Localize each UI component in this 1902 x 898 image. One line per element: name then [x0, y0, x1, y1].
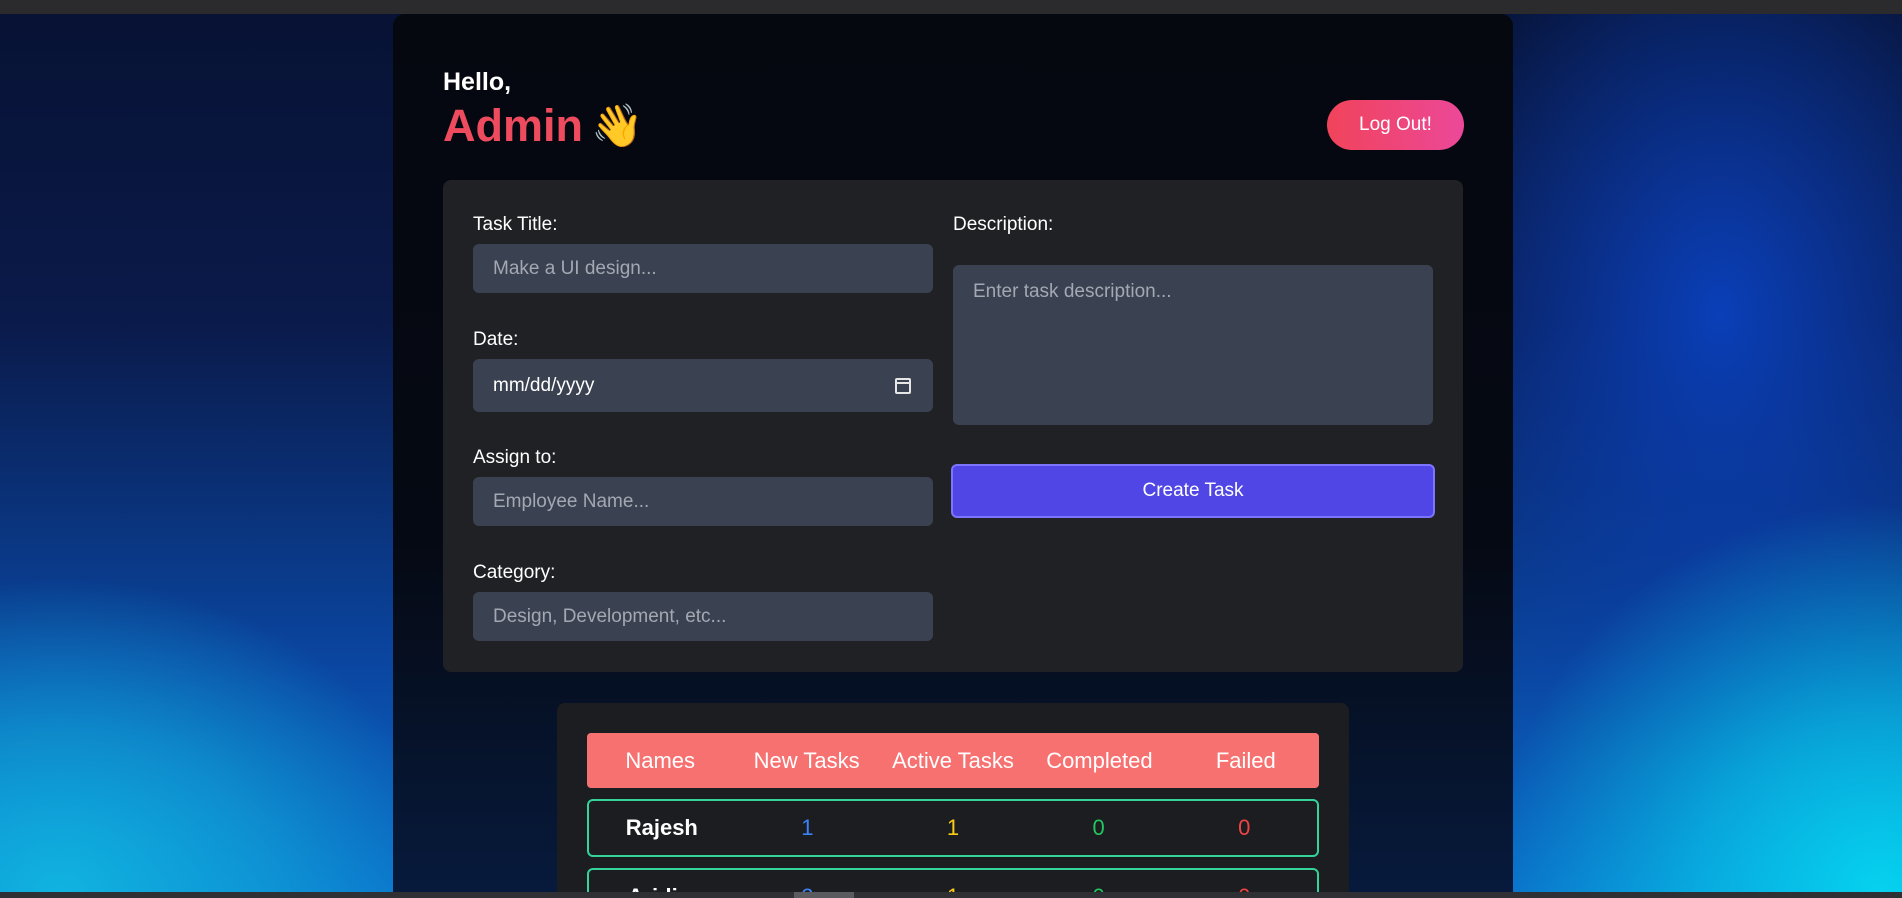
date-input[interactable]: mm/dd/yyyy	[473, 359, 933, 412]
row-failed: 0	[1171, 884, 1317, 892]
table-header: Names New Tasks Active Tasks Completed F…	[587, 733, 1319, 788]
row-name: Arjdi...	[589, 884, 735, 892]
scrollbar-thumb[interactable]	[794, 892, 854, 898]
row-active-tasks: 1	[880, 884, 1026, 892]
row-active-tasks: 1	[946, 815, 960, 840]
task-title-input[interactable]: Make a UI design...	[473, 244, 933, 293]
category-input[interactable]: Design, Development, etc...	[473, 592, 933, 641]
date-label: Date:	[473, 329, 519, 350]
table-row: Rajesh 1 1 0 0	[587, 799, 1319, 857]
create-task-form: Task Title: Make a UI design... Date: mm…	[443, 180, 1463, 672]
row-new-tasks: 2	[735, 884, 881, 892]
user-name: Admin	[443, 100, 583, 151]
calendar-icon[interactable]	[895, 377, 911, 394]
row-name: Rajesh	[625, 815, 698, 840]
date-value: mm/dd/yyyy	[493, 374, 595, 396]
row-failed: 0	[1238, 815, 1251, 840]
description-textarea[interactable]: Enter task description...	[953, 265, 1433, 425]
header-completed: Completed	[1046, 747, 1153, 773]
horizontal-scrollbar[interactable]	[0, 892, 1902, 898]
header-active-tasks: Active Tasks	[892, 747, 1014, 773]
row-completed: 0	[1092, 815, 1105, 840]
row-new-tasks: 1	[801, 815, 814, 840]
logout-button[interactable]: Log Out!	[1327, 100, 1464, 150]
header-new-tasks: New Tasks	[753, 747, 860, 773]
header-failed: Failed	[1215, 747, 1276, 773]
dashboard-panel: Hello, Admin 👋 Log Out! Task Title: Make…	[393, 14, 1513, 892]
create-task-button[interactable]: Create Task	[951, 464, 1435, 518]
greeting-text: Hello,	[443, 68, 512, 96]
description-label: Description:	[953, 214, 1054, 235]
browser-top-bar	[0, 0, 1902, 14]
assign-to-label: Assign to:	[473, 447, 557, 468]
assign-to-input[interactable]: Employee Name...	[473, 477, 933, 526]
user-name-heading: Admin 👋	[443, 100, 643, 152]
task-title-label: Task Title:	[473, 214, 558, 235]
table-row: Arjdi... 2 1 0 0	[587, 868, 1319, 892]
row-completed: 0	[1026, 884, 1172, 892]
wave-hand-icon: 👋	[591, 102, 644, 149]
header-names: Names	[625, 747, 696, 773]
category-label: Category:	[473, 562, 556, 583]
employee-task-table: Names New Tasks Active Tasks Completed F…	[557, 703, 1349, 892]
